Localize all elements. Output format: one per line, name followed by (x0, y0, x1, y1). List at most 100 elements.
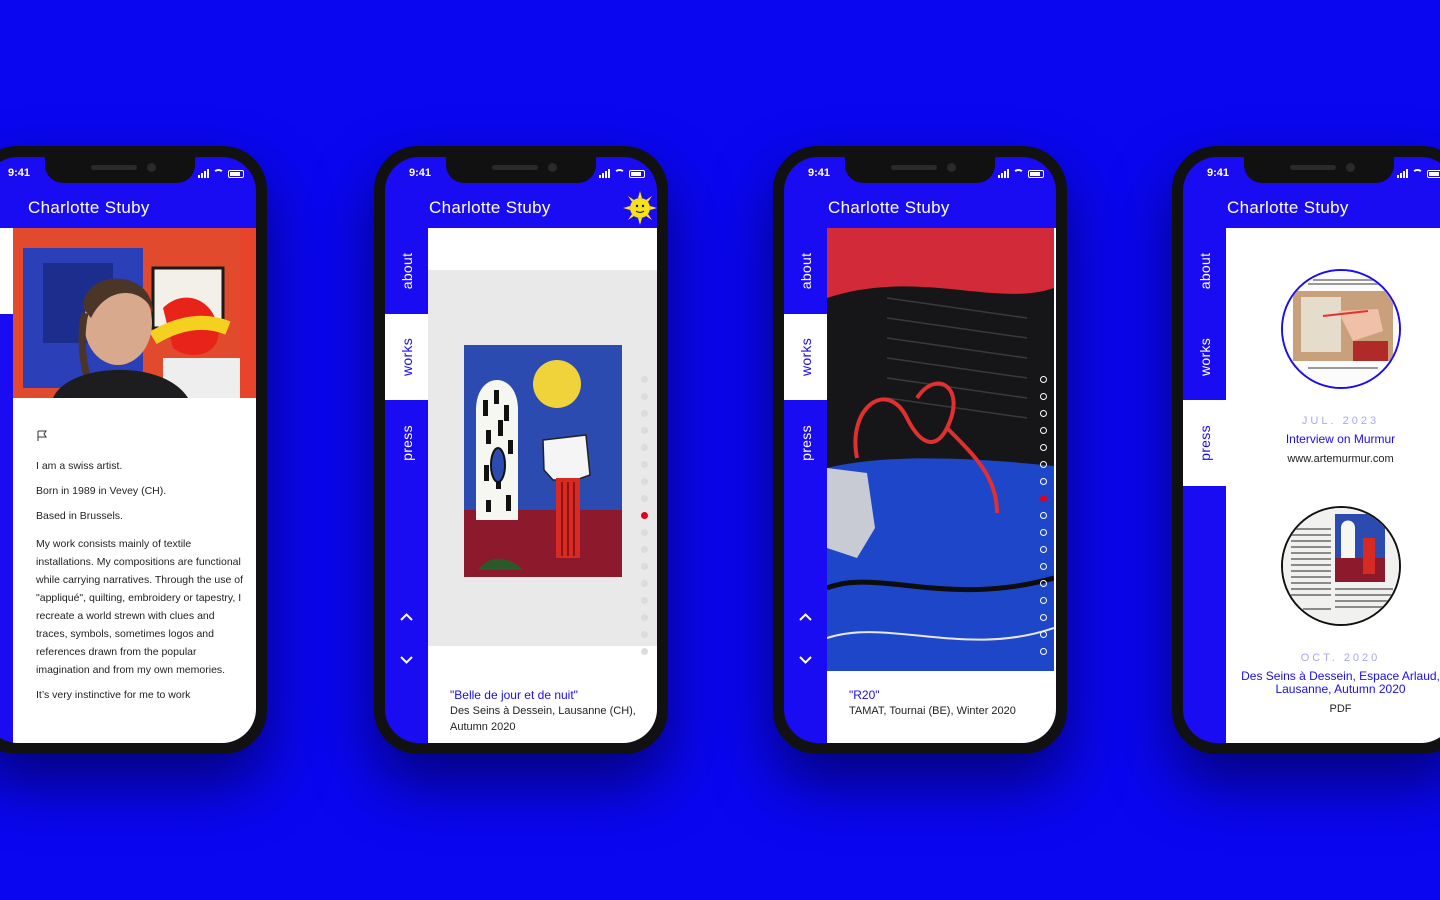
status-icons (998, 169, 1044, 178)
pagination-dot[interactable] (641, 614, 648, 621)
phone-screen: 9:41 Charlotte Stuby about works press (385, 157, 657, 743)
work-details: Des Seins à Dessein, Lausanne (CH), Autu… (450, 705, 636, 733)
pagination-dot[interactable] (1040, 410, 1047, 417)
tab-press[interactable]: press (1183, 400, 1226, 486)
press-link[interactable]: www.artemurmur.com (1226, 453, 1440, 465)
tab-works-label: works (797, 337, 814, 377)
battery-icon (228, 170, 244, 178)
pagination-dot[interactable] (641, 478, 648, 485)
pagination-dots (1040, 376, 1047, 655)
battery-icon (1427, 170, 1440, 178)
signal-icon (198, 169, 209, 178)
pagination-dot[interactable] (1040, 631, 1047, 638)
press-pdf-link[interactable]: PDF (1226, 703, 1440, 715)
phone-mockup-press: 9:41 Charlotte Stuby about works press J… (1172, 146, 1440, 754)
tab-about[interactable]: about (0, 228, 13, 314)
press-title[interactable]: Des Seins à Dessein, Espace Arlaud, Laus… (1226, 670, 1440, 696)
artwork-image[interactable] (428, 270, 657, 646)
pagination-dot[interactable] (641, 529, 648, 536)
pagination-dot[interactable] (641, 376, 648, 383)
pagination-dot[interactable] (641, 597, 648, 604)
pagination-dot[interactable] (1040, 495, 1047, 502)
artwork-image[interactable] (827, 228, 1056, 671)
work-title[interactable]: "R20" (849, 687, 1046, 703)
about-panel: I am a swiss artist. Born in 1989 in Vev… (13, 228, 256, 743)
works-panel: "Belle de jour et de nuit" Des Seins à D… (428, 228, 657, 743)
signal-icon (1397, 169, 1408, 178)
chevron-down-icon (400, 656, 413, 664)
sidebar-nav: about works press (784, 228, 827, 743)
press-item[interactable]: JUL. 2023 Interview on Murmur www.artemu… (1226, 269, 1440, 465)
pagination-dot[interactable] (641, 631, 648, 638)
scroll-down-button[interactable] (399, 652, 414, 667)
pagination-dot[interactable] (1040, 597, 1047, 604)
pagination-dot[interactable] (641, 495, 648, 502)
press-thumbnail-article[interactable] (1280, 506, 1401, 626)
scroll-up-button[interactable] (798, 610, 813, 625)
tab-about[interactable]: about (385, 228, 428, 314)
pagination-dot[interactable] (1040, 563, 1047, 570)
press-title[interactable]: Interview on Murmur (1226, 433, 1440, 446)
sidebar-nav: about works press (0, 228, 13, 743)
pagination-dot[interactable] (1040, 478, 1047, 485)
tab-works[interactable]: works (1183, 314, 1226, 400)
press-date: JUL. 2023 (1301, 415, 1380, 427)
work-title[interactable]: "Belle de jour et de nuit" (450, 687, 647, 703)
bio-paragraph: My work consists mainly of textile insta… (36, 538, 243, 676)
press-panel: JUL. 2023 Interview on Murmur www.artemu… (1226, 228, 1440, 743)
signal-icon (599, 169, 610, 178)
pagination-dot[interactable] (1040, 529, 1047, 536)
wifi-icon (1412, 169, 1423, 178)
tab-works[interactable]: works (385, 314, 428, 400)
phone-mockup-about: 9:41 Charlotte Stuby about works press (0, 146, 267, 754)
pagination-dot[interactable] (1040, 461, 1047, 468)
status-icons (1397, 169, 1440, 178)
pagination-dot[interactable] (641, 461, 648, 468)
tab-about[interactable]: about (784, 228, 827, 314)
pagination-dot[interactable] (641, 546, 648, 553)
battery-icon (1028, 170, 1044, 178)
notch (446, 157, 596, 183)
tab-press[interactable]: press (0, 400, 13, 486)
bio-line-2: Born in 1989 in Vevey (CH). (36, 485, 167, 497)
pagination-dot[interactable] (641, 648, 648, 655)
pagination-dot[interactable] (1040, 648, 1047, 655)
flag-icon[interactable] (36, 429, 48, 441)
tab-about-label: about (797, 252, 814, 290)
app-title: Charlotte Stuby (828, 198, 950, 217)
pagination-dot[interactable] (1040, 393, 1047, 400)
pagination-dot[interactable] (641, 410, 648, 417)
pagination-dot[interactable] (641, 580, 648, 587)
pagination-dot[interactable] (641, 563, 648, 570)
pagination-dot[interactable] (1040, 580, 1047, 587)
scroll-up-button[interactable] (399, 610, 414, 625)
pagination-dot[interactable] (641, 512, 648, 519)
works-panel: "R20" TAMAT, Tournai (BE), Winter 2020 (827, 228, 1056, 743)
press-item[interactable]: OCT. 2020 Des Seins à Dessein, Espace Ar… (1226, 506, 1440, 715)
status-time: 9:41 (8, 167, 31, 179)
phone-screen: 9:41 Charlotte Stuby about works press (784, 157, 1056, 743)
pagination-dot[interactable] (641, 444, 648, 451)
status-time: 9:41 (1207, 167, 1230, 179)
pagination-dot[interactable] (1040, 427, 1047, 434)
work-caption: "Belle de jour et de nuit" Des Seins à D… (450, 687, 647, 735)
tab-works[interactable]: works (784, 314, 827, 400)
pagination-dot[interactable] (1040, 614, 1047, 621)
pagination-dot[interactable] (1040, 444, 1047, 451)
pagination-dot[interactable] (1040, 512, 1047, 519)
tab-press-label: press (398, 425, 415, 461)
tab-press-label: press (1196, 425, 1213, 461)
notch (1244, 157, 1394, 183)
tab-about[interactable]: about (1183, 228, 1226, 314)
scroll-down-button[interactable] (798, 652, 813, 667)
notch (845, 157, 995, 183)
phone-mockup-works-1: 9:41 Charlotte Stuby about works press "… (374, 146, 668, 754)
pagination-dot[interactable] (641, 393, 648, 400)
tab-press[interactable]: press (784, 400, 827, 486)
pagination-dot[interactable] (1040, 376, 1047, 383)
tab-press[interactable]: press (385, 400, 428, 486)
pagination-dot[interactable] (1040, 546, 1047, 553)
press-thumbnail-interview[interactable] (1280, 269, 1401, 389)
tab-works[interactable]: works (0, 314, 13, 400)
pagination-dot[interactable] (641, 427, 648, 434)
